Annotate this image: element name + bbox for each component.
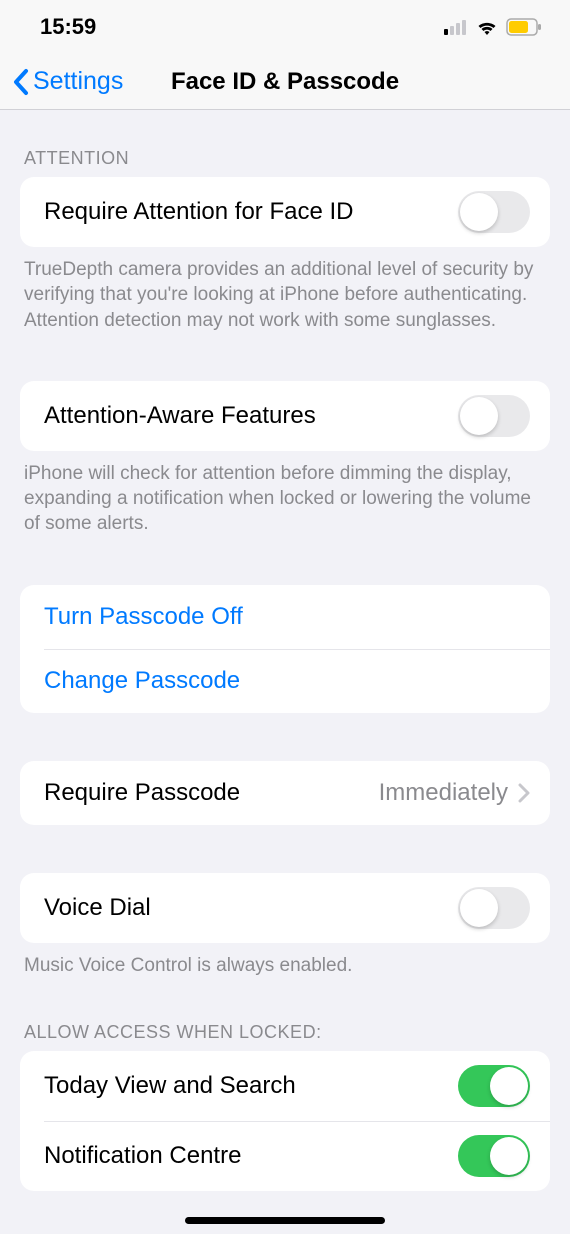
row-voice-dial[interactable]: Voice Dial [20, 873, 550, 943]
row-turn-passcode-off[interactable]: Turn Passcode Off [20, 585, 550, 649]
chevron-left-icon [12, 68, 29, 96]
group-require-passcode: Require Passcode Immediately [20, 761, 550, 825]
attention-aware-footer: iPhone will check for attention before d… [0, 451, 570, 537]
toggle-knob [460, 397, 498, 435]
back-button[interactable]: Settings [12, 67, 123, 96]
require-attention-footer: TrueDepth camera provides an additional … [0, 247, 570, 333]
toggle-knob [490, 1137, 528, 1175]
section-header-allow-access: ALLOW ACCESS WHEN LOCKED: [0, 978, 570, 1051]
voice-dial-toggle[interactable] [458, 887, 530, 929]
voice-dial-footer: Music Voice Control is always enabled. [0, 943, 570, 978]
today-view-label: Today View and Search [44, 1072, 296, 1100]
require-attention-label: Require Attention for Face ID [44, 198, 354, 226]
row-today-view[interactable]: Today View and Search [20, 1051, 550, 1121]
row-attention-aware[interactable]: Attention-Aware Features [20, 381, 550, 451]
today-view-toggle[interactable] [458, 1065, 530, 1107]
chevron-right-icon [518, 783, 530, 803]
content: ATTENTION Require Attention for Face ID … [0, 110, 570, 1191]
battery-icon [506, 18, 542, 36]
back-label: Settings [33, 67, 123, 96]
require-passcode-label: Require Passcode [44, 779, 240, 807]
status-icons [444, 18, 542, 36]
row-change-passcode[interactable]: Change Passcode [20, 649, 550, 713]
group-attention-aware: Attention-Aware Features [20, 381, 550, 451]
group-passcode-actions: Turn Passcode Off Change Passcode [20, 585, 550, 713]
attention-aware-label: Attention-Aware Features [44, 402, 316, 430]
toggle-knob [490, 1067, 528, 1105]
status-time: 15:59 [40, 14, 96, 40]
cellular-icon [444, 19, 468, 35]
attention-aware-toggle[interactable] [458, 395, 530, 437]
change-passcode-label: Change Passcode [44, 667, 240, 695]
turn-passcode-off-label: Turn Passcode Off [44, 603, 243, 631]
nav-title: Face ID & Passcode [171, 68, 399, 96]
wifi-icon [475, 18, 499, 36]
toggle-knob [460, 193, 498, 231]
group-allow-access: Today View and Search Notification Centr… [20, 1051, 550, 1191]
notification-centre-toggle[interactable] [458, 1135, 530, 1177]
section-header-attention: ATTENTION [0, 110, 570, 177]
voice-dial-label: Voice Dial [44, 894, 151, 922]
require-passcode-value: Immediately [379, 779, 508, 807]
row-notification-centre[interactable]: Notification Centre [20, 1121, 550, 1191]
home-indicator[interactable] [185, 1217, 385, 1224]
notification-centre-label: Notification Centre [44, 1142, 241, 1170]
row-require-passcode[interactable]: Require Passcode Immediately [20, 761, 550, 825]
toggle-knob [460, 889, 498, 927]
group-require-attention: Require Attention for Face ID [20, 177, 550, 247]
group-voice-dial: Voice Dial [20, 873, 550, 943]
status-bar: 15:59 [0, 0, 570, 54]
nav-bar: Settings Face ID & Passcode [0, 54, 570, 110]
row-require-attention[interactable]: Require Attention for Face ID [20, 177, 550, 247]
require-attention-toggle[interactable] [458, 191, 530, 233]
